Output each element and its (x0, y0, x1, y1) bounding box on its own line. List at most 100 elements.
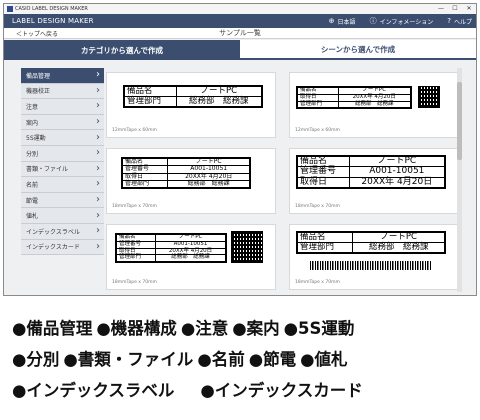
legend-row: ●インデックスラベル ●インデックスカード (12, 375, 472, 406)
field-name: 備品名 (296, 232, 354, 243)
sample-card[interactable]: 備品名 ノートPC 管理番号 A001-10051 取得日 20XX年 4月20日 管… (106, 148, 276, 214)
field-value: A001-10051 (348, 166, 446, 178)
field-value: ノートPC (352, 232, 445, 243)
chevron-right-icon: › (96, 209, 100, 221)
minimize-button[interactable]: — (434, 4, 448, 14)
sidebar-item-label: 5S運動 (26, 135, 46, 143)
tab-bar: カテゴリから選んで作成 シーンから選んで作成 (4, 40, 476, 60)
legend-item: ●案内 (232, 319, 280, 338)
field-value: 20XX年 4月20日 (348, 176, 446, 189)
app-window: CASIO LABEL DESIGN MAKER — ☐ ✕ LABEL DES… (3, 3, 477, 296)
tape-size: 12mmTape x 60mm (112, 128, 157, 133)
field-value: 総務部 総務課 (155, 254, 226, 263)
help-menu[interactable]: ? ヘルプ (447, 17, 472, 26)
field-name: 管理部門 (124, 95, 177, 107)
sidebar-item-label: インデックスカード (26, 244, 80, 252)
sidebar-item-power-saving[interactable]: 節電 › (21, 192, 104, 209)
sample-card[interactable]: 備品名 ノートPC 管理番号 A001-10051 取得日 20XX年 4月20日 1… (289, 148, 459, 214)
sidebar-item-label: 節電 (26, 197, 39, 205)
chevron-right-icon: › (96, 225, 100, 237)
tape-size: 12mmTape x 60mm (295, 128, 340, 133)
sample-card[interactable]: 備品名 ノートPC 管理番号 A001-10051 取得日 20XX年 4月20日 管… (106, 224, 276, 290)
maximize-button[interactable]: ☐ (448, 4, 462, 14)
language-menu[interactable]: ⊕ 日本語 (329, 17, 356, 26)
chevron-right-icon: › (96, 178, 100, 190)
sidebar-item-index-labels[interactable]: インデックスラベル › (21, 223, 104, 240)
info-icon: ⓘ (369, 17, 377, 25)
sidebar-item-5s[interactable]: 5S運動 › (21, 130, 104, 146)
tab-category[interactable]: カテゴリから選んで作成 (4, 40, 240, 60)
barcode-icon (310, 261, 432, 270)
sidebar-item-index-cards[interactable]: インデックスカード › (21, 239, 104, 256)
sidebar-item-equipment[interactable]: 備品管理 › (21, 68, 104, 84)
information-label: インフォメーション (379, 18, 434, 26)
field-value: 総務部 総務課 (337, 100, 412, 109)
chevron-right-icon: › (96, 69, 100, 81)
sidebar-item-price-tags[interactable]: 値札 › (21, 208, 104, 224)
app-name: LABEL DESIGN MAKER (12, 17, 94, 25)
legend-row: ●分別 ●書類・ファイル ●名前 ●節電 ●値札 (12, 344, 472, 375)
sidebar-item-label: 値札 (26, 213, 39, 221)
sidebar-item-label: 機器校正 (26, 88, 51, 96)
legend-item: ●備品管理 (12, 319, 93, 338)
tape-size: 18mmTape x 70mm (295, 204, 340, 209)
legend-row: ●備品管理 ●機器構成 ●注意 ●案内 ●5S運動 (12, 313, 472, 344)
label-preview: 備品名 ノートPC 管理番号 A001-10051 取得日 20XX年 4月20日 (296, 155, 446, 190)
field-name: 管理部門 (115, 254, 157, 263)
language-label: 日本語 (337, 18, 356, 26)
legend-item: ●書類・ファイル (63, 350, 194, 369)
sample-card[interactable]: 備品名 ノートPC 取得日 20XX年 4月20日 管理部門 総務部 総務課 12mm… (289, 72, 459, 138)
main-content: 備品管理 › 機器校正 › 注意 › 案内 › 5S運動 › 分別 › 書類・ファイル › 名… (4, 62, 476, 295)
sidebar-item-label: インデックスラベル (26, 228, 80, 236)
field-name: 管理部門 (296, 241, 354, 253)
tape-size: 18mmTape x 70mm (112, 204, 157, 209)
field-name: 管理番号 (297, 166, 350, 178)
field-name: 備品名 (124, 86, 177, 97)
chevron-right-icon: › (96, 194, 100, 206)
label-preview: 備品名 ノートPC 取得日 20XX年 4月20日 管理部門 総務部 総務課 (296, 86, 412, 110)
sidebar-item-guide[interactable]: 案内 › (21, 114, 104, 131)
qr-code-icon (418, 86, 440, 108)
window-titlebar: CASIO LABEL DESIGN MAKER — ☐ ✕ (4, 4, 476, 14)
sidebar-item-names[interactable]: 名前 › (21, 177, 104, 193)
category-sidebar: 備品管理 › 機器校正 › 注意 › 案内 › 5S運動 › 分別 › 書類・ファイル › 名… (21, 62, 104, 295)
legend-item: ●分別 (12, 350, 60, 369)
field-name: 取得日 (297, 176, 350, 189)
sample-card[interactable]: 備品名 ノートPC 管理部門 総務部 総務課 18mmTape x 70mm (289, 224, 459, 290)
field-value: ノートPC (175, 86, 263, 97)
help-label: ヘルプ (453, 18, 472, 26)
sidebar-item-caution[interactable]: 注意 › (21, 99, 104, 115)
help-icon: ? (447, 17, 451, 25)
chevron-right-icon: › (96, 240, 100, 252)
qr-code-icon (231, 231, 263, 263)
legend-item: ●機器構成 (96, 319, 177, 338)
field-name: 管理番号 (121, 165, 169, 174)
field-value: A001-10051 (167, 165, 250, 174)
legend-item: ●節電 (248, 350, 297, 369)
label-preview: 備品名 ノートPC 管理部門 総務部 総務課 (296, 231, 446, 254)
vertical-scrollbar[interactable] (457, 68, 462, 292)
sidebar-item-label: 注意 (26, 103, 39, 111)
sample-card[interactable]: 備品名 ノートPC 管理部門 総務部 総務課 12mmTape x 60mm (106, 72, 276, 138)
sample-grid: 備品名 ノートPC 管理部門 総務部 総務課 12mmTape x 60mm 備品名… (104, 62, 476, 295)
sidebar-item-label: 備品管理 (26, 72, 51, 80)
information-menu[interactable]: ⓘ インフォメーション (370, 16, 434, 26)
sidebar-item-documents[interactable]: 書類・ファイル › (21, 161, 104, 178)
sidebar-item-calibration[interactable]: 機器校正 › (21, 83, 104, 100)
tape-size: 18mmTape x 70mm (295, 280, 340, 285)
app-logo-icon (7, 6, 13, 12)
sidebar-item-sorting[interactable]: 分別 › (21, 145, 104, 162)
chevron-right-icon: › (96, 147, 100, 159)
field-name: 管理部門 (297, 100, 339, 109)
legend-item: ●値札 (300, 350, 348, 369)
chevron-right-icon: › (96, 100, 100, 112)
field-value: 総務部 総務課 (175, 95, 263, 107)
scrollbar-thumb[interactable] (457, 82, 462, 160)
sidebar-item-label: 分別 (26, 150, 39, 158)
legend-item: ●名前 (197, 350, 245, 369)
chevron-right-icon: › (96, 84, 100, 96)
tab-scene[interactable]: シーンから選んで作成 (240, 40, 476, 60)
label-preview: 備品名 ノートPC 管理部門 総務部 総務課 (123, 85, 263, 108)
close-button[interactable]: ✕ (462, 4, 476, 14)
legend-item: ●インデックスカード (200, 381, 363, 400)
